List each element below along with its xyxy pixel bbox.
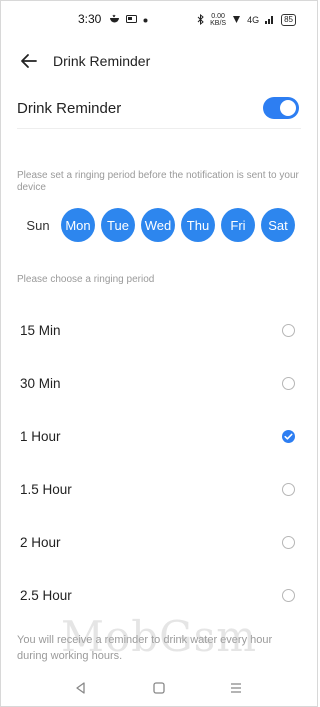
period-option-1-hour[interactable]: 1 Hour [20,420,301,454]
period-option-1-5-hour[interactable]: 1.5 Hour [20,473,301,507]
day-fri[interactable]: Fri [221,208,255,242]
nav-back-icon[interactable] [74,681,88,695]
period-label: 1 Hour [20,429,61,444]
radio-checked-icon[interactable] [282,430,295,443]
days-hint: Please set a ringing period before the n… [17,170,299,193]
radio-unchecked-icon[interactable] [282,324,295,337]
day-sun[interactable]: Sun [21,208,55,242]
status-time: 3:30 [78,12,102,26]
status-bar: 3:30 0.00 KB/S 4G 85 [0,10,318,30]
cast-icon [126,14,137,27]
period-label: 30 Min [20,376,61,391]
drink-reminder-label: Drink Reminder [17,100,122,117]
bluetooth-icon [197,13,204,27]
day-selector: Sun Mon Tue Wed Thu Fri Sat [21,208,295,242]
nav-home-icon[interactable] [152,681,166,695]
day-mon[interactable]: Mon [61,208,95,242]
day-wed[interactable]: Wed [141,208,175,242]
day-tue[interactable]: Tue [101,208,135,242]
page-title: Drink Reminder [53,53,151,69]
network-type: 4G [247,15,260,25]
signal-icon [265,14,275,26]
nav-menu-icon[interactable] [229,681,243,695]
drink-reminder-row: Drink Reminder [17,92,301,129]
rice-bowl-icon [109,14,120,27]
toggle-knob [280,100,296,116]
system-nav-bar [0,671,318,707]
period-label: 15 Min [20,323,61,338]
dot-icon [143,16,148,26]
period-label: 2.5 Hour [20,588,72,603]
battery-level: 85 [281,14,296,26]
period-option-2-hour[interactable]: 2 Hour [20,526,301,560]
status-right: 0.00 KB/S 4G 85 [197,13,296,27]
radio-unchecked-icon[interactable] [282,377,295,390]
drink-reminder-toggle[interactable] [263,97,299,119]
period-label: 2 Hour [20,535,61,550]
notification-icons [109,14,148,27]
period-option-15-min[interactable]: 15 Min [20,314,301,348]
speed-value: 0.00 [211,13,225,20]
day-sat[interactable]: Sat [261,208,295,242]
radio-unchecked-icon[interactable] [282,483,295,496]
speed-unit: KB/S [210,20,227,27]
app-header: Drink Reminder [0,48,318,76]
radio-unchecked-icon[interactable] [282,536,295,549]
period-option-2-5-hour[interactable]: 2.5 Hour [20,579,301,613]
period-hint: Please choose a ringing period [17,274,155,285]
period-option-30-min[interactable]: 30 Min [20,367,301,401]
period-label: 1.5 Hour [20,482,72,497]
radio-unchecked-icon[interactable] [282,589,295,602]
back-arrow-icon[interactable] [18,50,40,72]
wifi-icon [232,14,241,26]
network-speed: 0.00 KB/S [210,13,226,27]
footer-note: You will receive a reminder to drink wat… [17,634,273,662]
day-thu[interactable]: Thu [181,208,215,242]
